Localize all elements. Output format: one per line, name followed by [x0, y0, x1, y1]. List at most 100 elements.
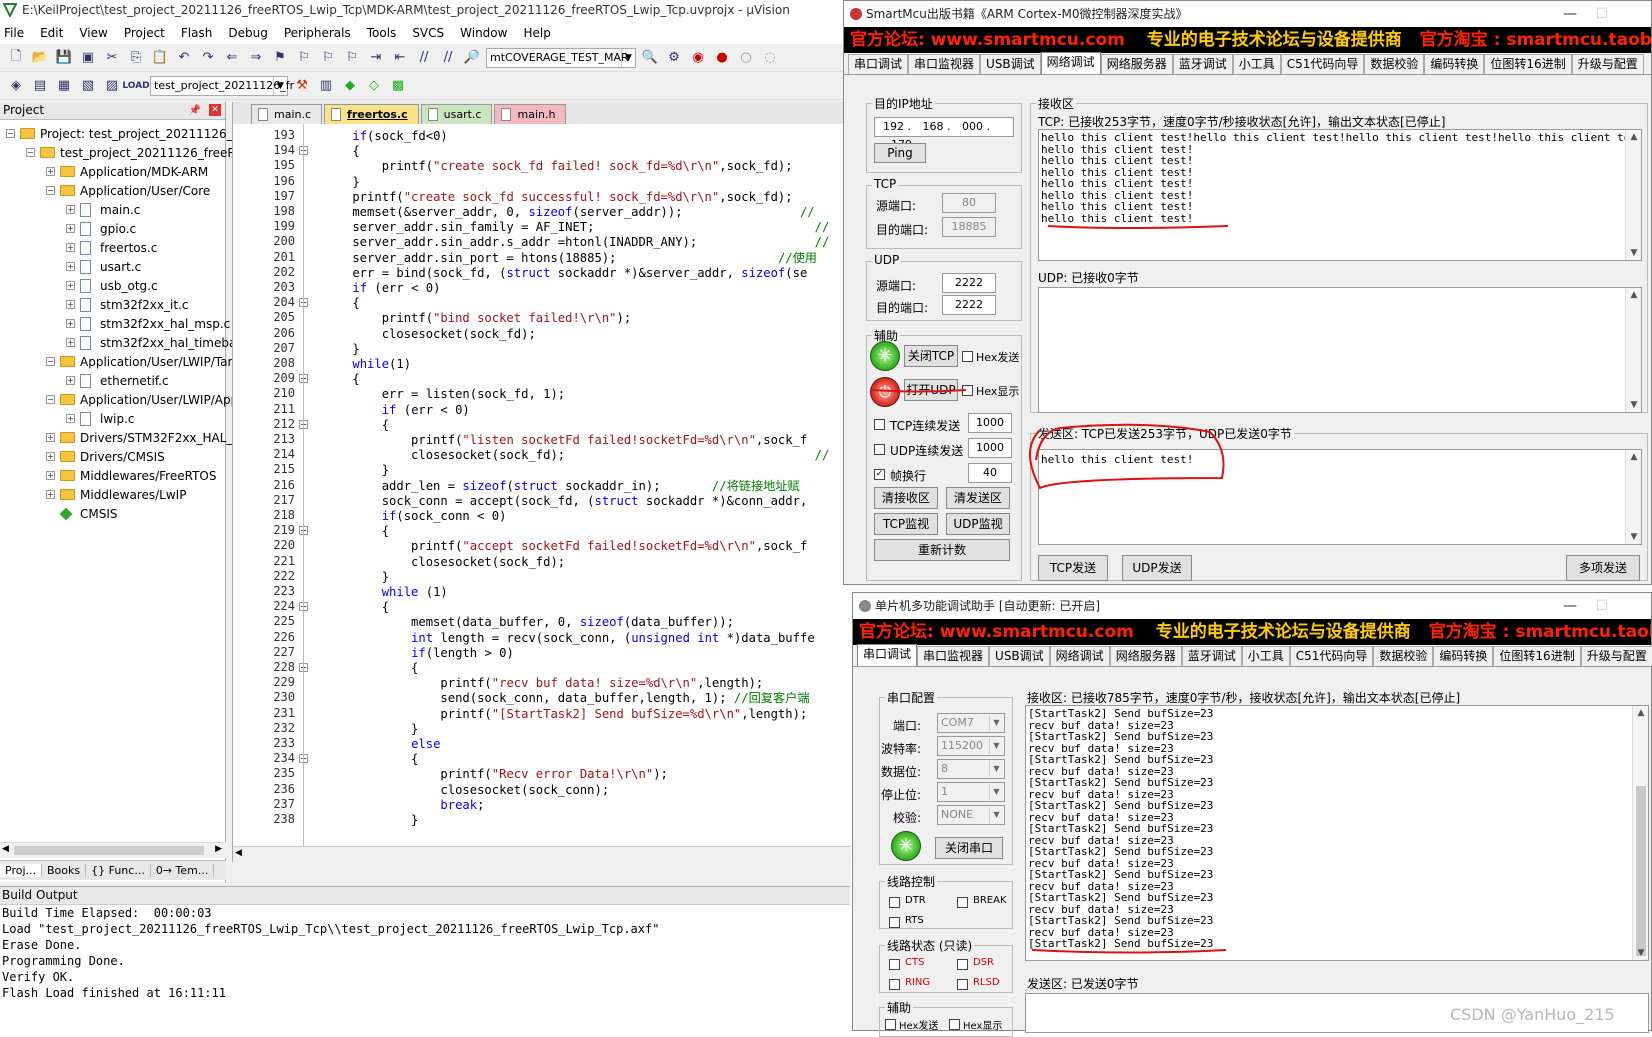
tree-item[interactable]: + Middlewares/LwIP: [0, 485, 226, 505]
expand-toggle-icon[interactable]: −: [26, 148, 35, 157]
banner-shop[interactable]: 官方淘宝 : smartmcu.taobao.com: [1429, 622, 1651, 642]
scroll-left-icon[interactable]: ◀: [2, 844, 9, 854]
pin-icon[interactable]: 📌: [189, 102, 201, 119]
scroll-up-icon[interactable]: ▲: [1626, 290, 1641, 300]
expand-toggle-icon[interactable]: +: [66, 281, 75, 290]
scroll-right-icon[interactable]: ▶: [215, 844, 222, 854]
tool-tab[interactable]: 网络服务器: [1100, 54, 1173, 74]
scroll-down-icon[interactable]: ▼: [1633, 948, 1648, 958]
code-line[interactable]: addr_len = sizeof(struct sockaddr_in); /…: [323, 478, 800, 494]
tool-tab[interactable]: 串口调试: [857, 644, 918, 666]
tool-tab[interactable]: 串口监视器: [917, 646, 990, 666]
tree-item[interactable]: CMSIS: [0, 504, 226, 524]
code-line[interactable]: memset(data_buffer, 0, sizeof(data_buffe…: [323, 614, 734, 630]
expand-toggle-icon[interactable]: +: [66, 300, 75, 309]
menu-tools[interactable]: Tools: [367, 26, 397, 40]
code-editor[interactable]: main.c freertos.c usart.c main.h 193 if(soc…: [232, 102, 851, 862]
panel-tab[interactable]: 0→ Tem...: [151, 864, 215, 877]
net-hex-send-checkbox[interactable]: [962, 351, 973, 362]
frame-wrap-checkbox[interactable]: ✓: [874, 469, 885, 480]
tree-item[interactable]: − Application/User/Core: [0, 181, 226, 201]
udp-recv-area[interactable]: ▲ ▼: [1038, 287, 1642, 413]
tool-tab[interactable]: 升级与配置: [1571, 54, 1644, 74]
scroll-up-icon[interactable]: ▲: [1626, 132, 1641, 142]
menu-debug[interactable]: Debug: [228, 26, 267, 40]
redo-icon[interactable]: ↷: [198, 48, 218, 68]
menu-project[interactable]: Project: [124, 26, 165, 40]
maximize-icon[interactable]: ☐: [1587, 593, 1617, 619]
code-line[interactable]: }: [323, 341, 359, 357]
code-line[interactable]: printf("recv buf data! size=%d\r\n",leng…: [323, 675, 763, 691]
code-line[interactable]: memset(&server_addr, 0, sizeof(server_ad…: [323, 204, 814, 220]
tree-item[interactable]: + Application/MDK-ARM: [0, 162, 226, 182]
comment-icon[interactable]: //: [414, 48, 434, 68]
tool-tab[interactable]: 数据校验: [1364, 54, 1425, 74]
manage-rte-icon[interactable]: ◆: [340, 76, 360, 96]
scroll-down-icon[interactable]: ▼: [1626, 400, 1641, 410]
file-extensions-icon[interactable]: ▥: [316, 76, 336, 96]
maximize-icon[interactable]: ☐: [1587, 1, 1617, 27]
tree-item[interactable]: + main.c: [0, 200, 226, 220]
tool-tab[interactable]: 串口监视器: [908, 54, 981, 74]
code-line[interactable]: {: [323, 295, 359, 311]
code-line[interactable]: err = listen(sock_fd, 1);: [323, 386, 565, 402]
tree-item[interactable]: + lwip.c: [0, 409, 226, 429]
scroll-thumb[interactable]: [1636, 786, 1646, 956]
incremental-find-icon[interactable]: ⚙: [664, 48, 684, 68]
tree-item[interactable]: + Middlewares/FreeRTOS: [0, 466, 226, 486]
code-line[interactable]: if(length > 0): [323, 645, 514, 661]
clear-send-button[interactable]: 清发送区: [946, 487, 1010, 509]
stop-bits-select[interactable]: 1 ▼: [937, 782, 1005, 802]
send-text[interactable]: hello this client test!: [1039, 454, 1641, 466]
serial-hex-show-checkbox[interactable]: [949, 1019, 960, 1030]
udp-src-port-input[interactable]: 2222: [942, 273, 996, 293]
code-line[interactable]: {: [323, 417, 389, 433]
tool-tab[interactable]: 网络服务器: [1109, 646, 1182, 666]
code-line[interactable]: break;: [323, 797, 484, 813]
cut-icon[interactable]: ✂: [102, 48, 122, 68]
code-line[interactable]: closesocket(sock_fd); //: [323, 447, 829, 463]
tool-tab[interactable]: 小工具: [1241, 646, 1290, 666]
ip-input[interactable]: 192 . 168 . 000 . 179: [874, 117, 1014, 151]
code-line[interactable]: }: [323, 812, 418, 828]
ip-octet-2[interactable]: 168: [923, 120, 944, 133]
tree-item[interactable]: − Project: test_project_20211126_free: [0, 124, 256, 144]
tcp-recv-scrollbar[interactable]: ▲ ▼: [1625, 130, 1641, 260]
udp-continuous-checkbox[interactable]: [874, 444, 885, 455]
close-tcp-button[interactable]: 关闭TCP: [904, 345, 958, 367]
tcp-send-button[interactable]: TCP发送: [1038, 555, 1108, 581]
menu-svcs[interactable]: SVCS: [412, 26, 444, 40]
tool-tab[interactable]: USB调试: [989, 646, 1050, 666]
expand-toggle-icon[interactable]: +: [66, 414, 75, 423]
tree-item[interactable]: − test_project_20211126_freeRTOS: [0, 143, 259, 163]
expand-toggle-icon[interactable]: −: [46, 186, 55, 195]
expand-toggle-icon[interactable]: +: [46, 452, 55, 461]
expand-toggle-icon[interactable]: +: [46, 490, 55, 499]
port-select[interactable]: COM7 ▼: [937, 713, 1005, 733]
file-tab[interactable]: main.c: [251, 104, 323, 124]
menu-peripherals[interactable]: Peripherals: [284, 26, 351, 40]
code-line[interactable]: while (1): [323, 584, 448, 600]
code-line[interactable]: server_addr.sin_addr.s_addr =htonl(INADD…: [323, 234, 829, 250]
download-load-icon[interactable]: LOAD: [122, 76, 149, 96]
minimize-icon[interactable]: —: [1555, 1, 1585, 27]
close-icon[interactable]: ✕: [209, 104, 221, 116]
pack-installer-icon[interactable]: ▩: [388, 76, 408, 96]
ip-octet-1[interactable]: 192: [883, 120, 904, 133]
unindent-icon[interactable]: ⇤: [390, 48, 410, 68]
editor-hscrollbar[interactable]: ◀: [233, 846, 851, 862]
expand-toggle-icon[interactable]: +: [66, 224, 75, 233]
tree-item[interactable]: + stm32f2xx_hal_msp.c: [0, 314, 230, 334]
ping-button[interactable]: Ping: [874, 143, 926, 163]
code-line[interactable]: server_addr.sin_port = htons(18885); //使…: [323, 250, 817, 266]
expand-toggle-icon[interactable]: −: [6, 129, 15, 138]
tool-tab[interactable]: 数据校验: [1373, 646, 1434, 666]
menu-file[interactable]: File: [4, 26, 24, 40]
breakpoint-kill-icon[interactable]: ◌: [760, 48, 780, 68]
code-line[interactable]: }: [323, 174, 359, 190]
code-line[interactable]: printf("bind socket failed!\r\n");: [323, 310, 632, 326]
dtr-checkbox[interactable]: [889, 897, 900, 908]
tool-tab[interactable]: 位图转16进制: [1484, 54, 1572, 74]
serial-recv-area[interactable]: [StartTask2] Send bufSize=23 recv buf dat…: [1025, 705, 1649, 961]
tcp-monitor-button[interactable]: TCP监视: [874, 513, 938, 535]
